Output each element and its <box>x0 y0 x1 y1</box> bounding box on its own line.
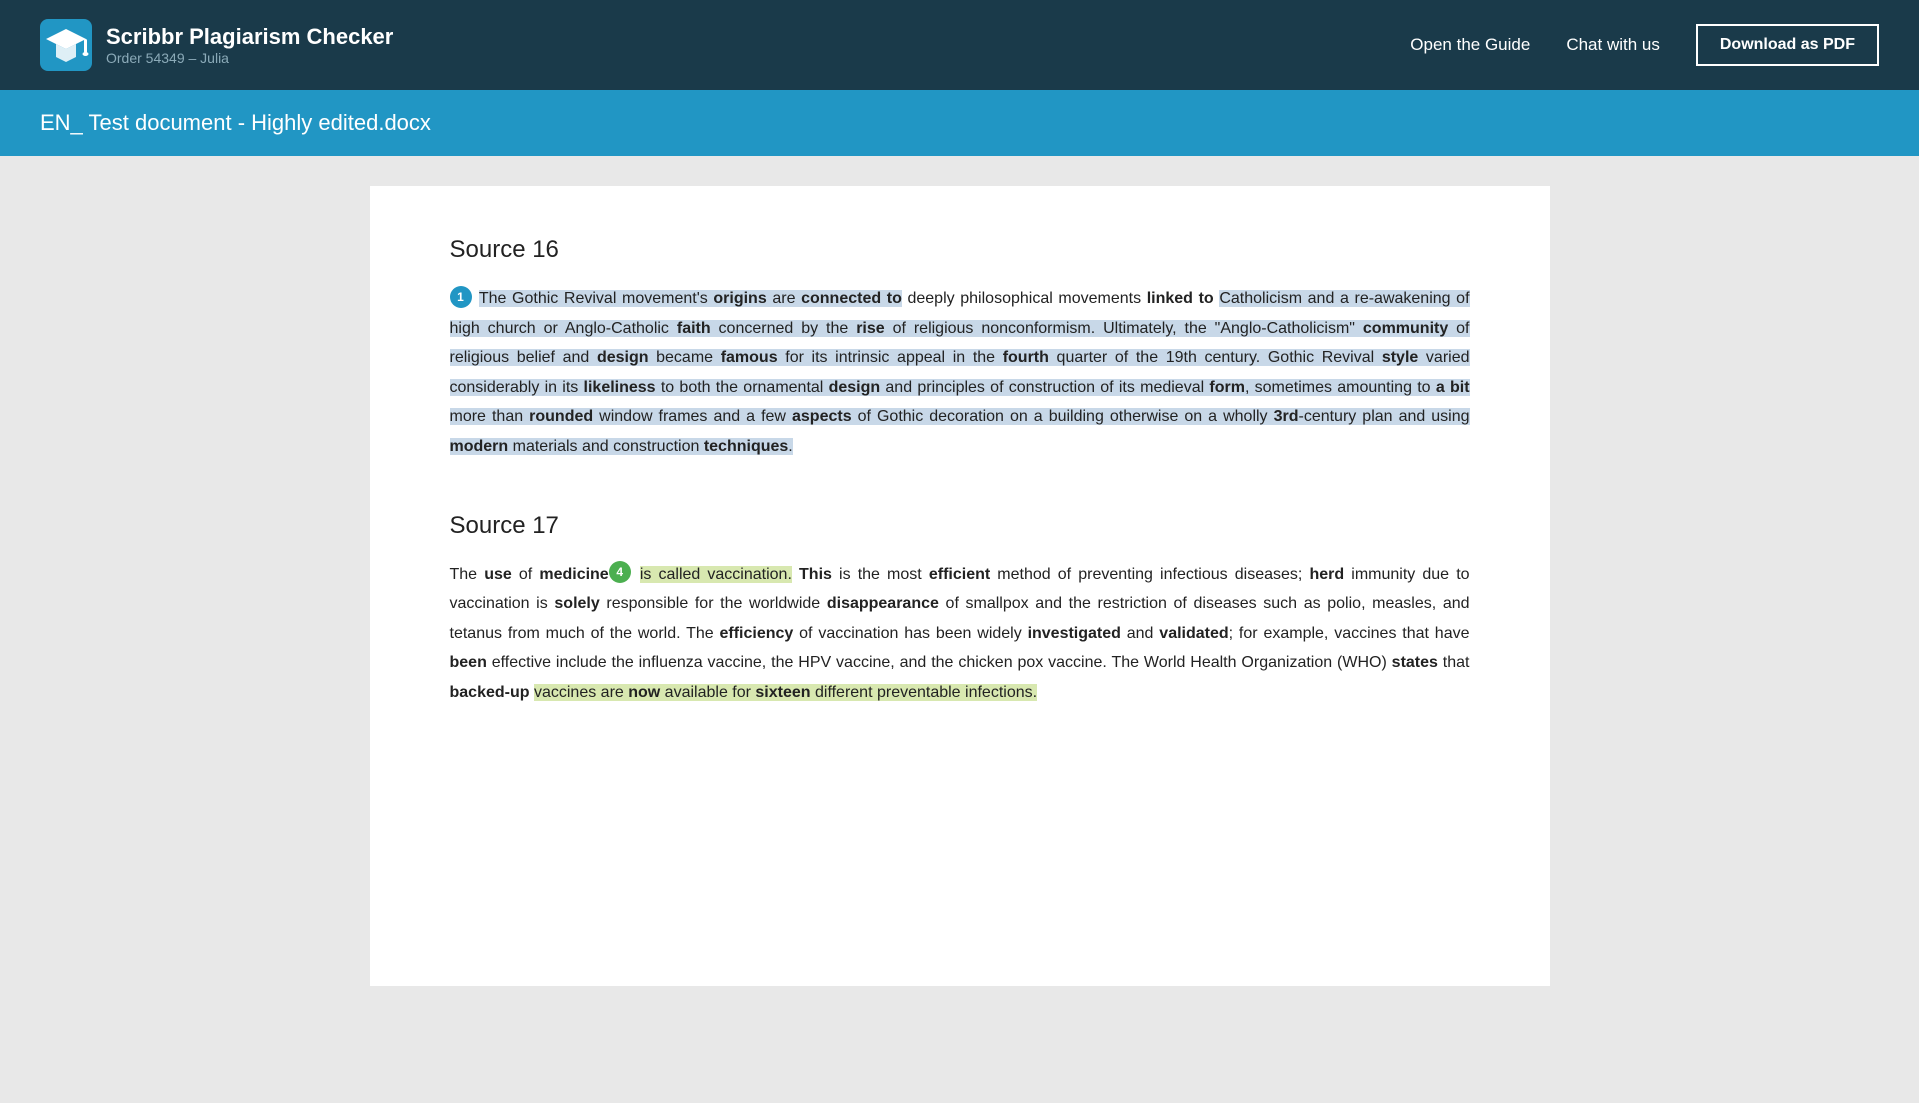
highlighted-text-yellow: vaccines are now available for sixteen d… <box>534 684 1037 701</box>
source17-paragraph: The use of medicine4 is called vaccinati… <box>450 560 1470 708</box>
source17-badge: 4 <box>609 561 631 583</box>
header-nav: Open the Guide Chat with us Download as … <box>1410 24 1879 66</box>
highlighted-text: Catholicism and a re-awakening of high c… <box>450 290 1470 455</box>
source16-badge: 1 <box>450 286 472 308</box>
guide-link[interactable]: Open the Guide <box>1410 35 1530 55</box>
highlighted-text: The Gothic Revival movement's origins ar… <box>479 290 902 307</box>
logo-area: Scribbr Plagiarism Checker Order 54349 –… <box>40 19 1410 71</box>
document-page: Source 16 1 The Gothic Revival movement'… <box>370 186 1550 986</box>
file-banner: EN_ Test document - Highly edited.docx <box>0 90 1919 156</box>
file-name: EN_ Test document - Highly edited.docx <box>40 110 431 135</box>
source16-paragraph: 1 The Gothic Revival movement's origins … <box>450 284 1470 462</box>
chat-link[interactable]: Chat with us <box>1566 35 1660 55</box>
highlighted-text-yellow: is called vaccination. <box>640 566 792 583</box>
header: Scribbr Plagiarism Checker Order 54349 –… <box>0 0 1919 90</box>
logo-icon <box>40 19 92 71</box>
logo-text-block: Scribbr Plagiarism Checker Order 54349 –… <box>106 24 393 66</box>
content-wrapper: Source 16 1 The Gothic Revival movement'… <box>310 156 1610 1016</box>
download-pdf-button[interactable]: Download as PDF <box>1696 24 1879 66</box>
source17-heading: Source 17 <box>450 512 1470 540</box>
source16-heading: Source 16 <box>450 236 1470 264</box>
order-subtitle: Order 54349 – Julia <box>106 50 393 66</box>
spacer <box>450 462 1470 512</box>
app-title: Scribbr Plagiarism Checker <box>106 24 393 50</box>
